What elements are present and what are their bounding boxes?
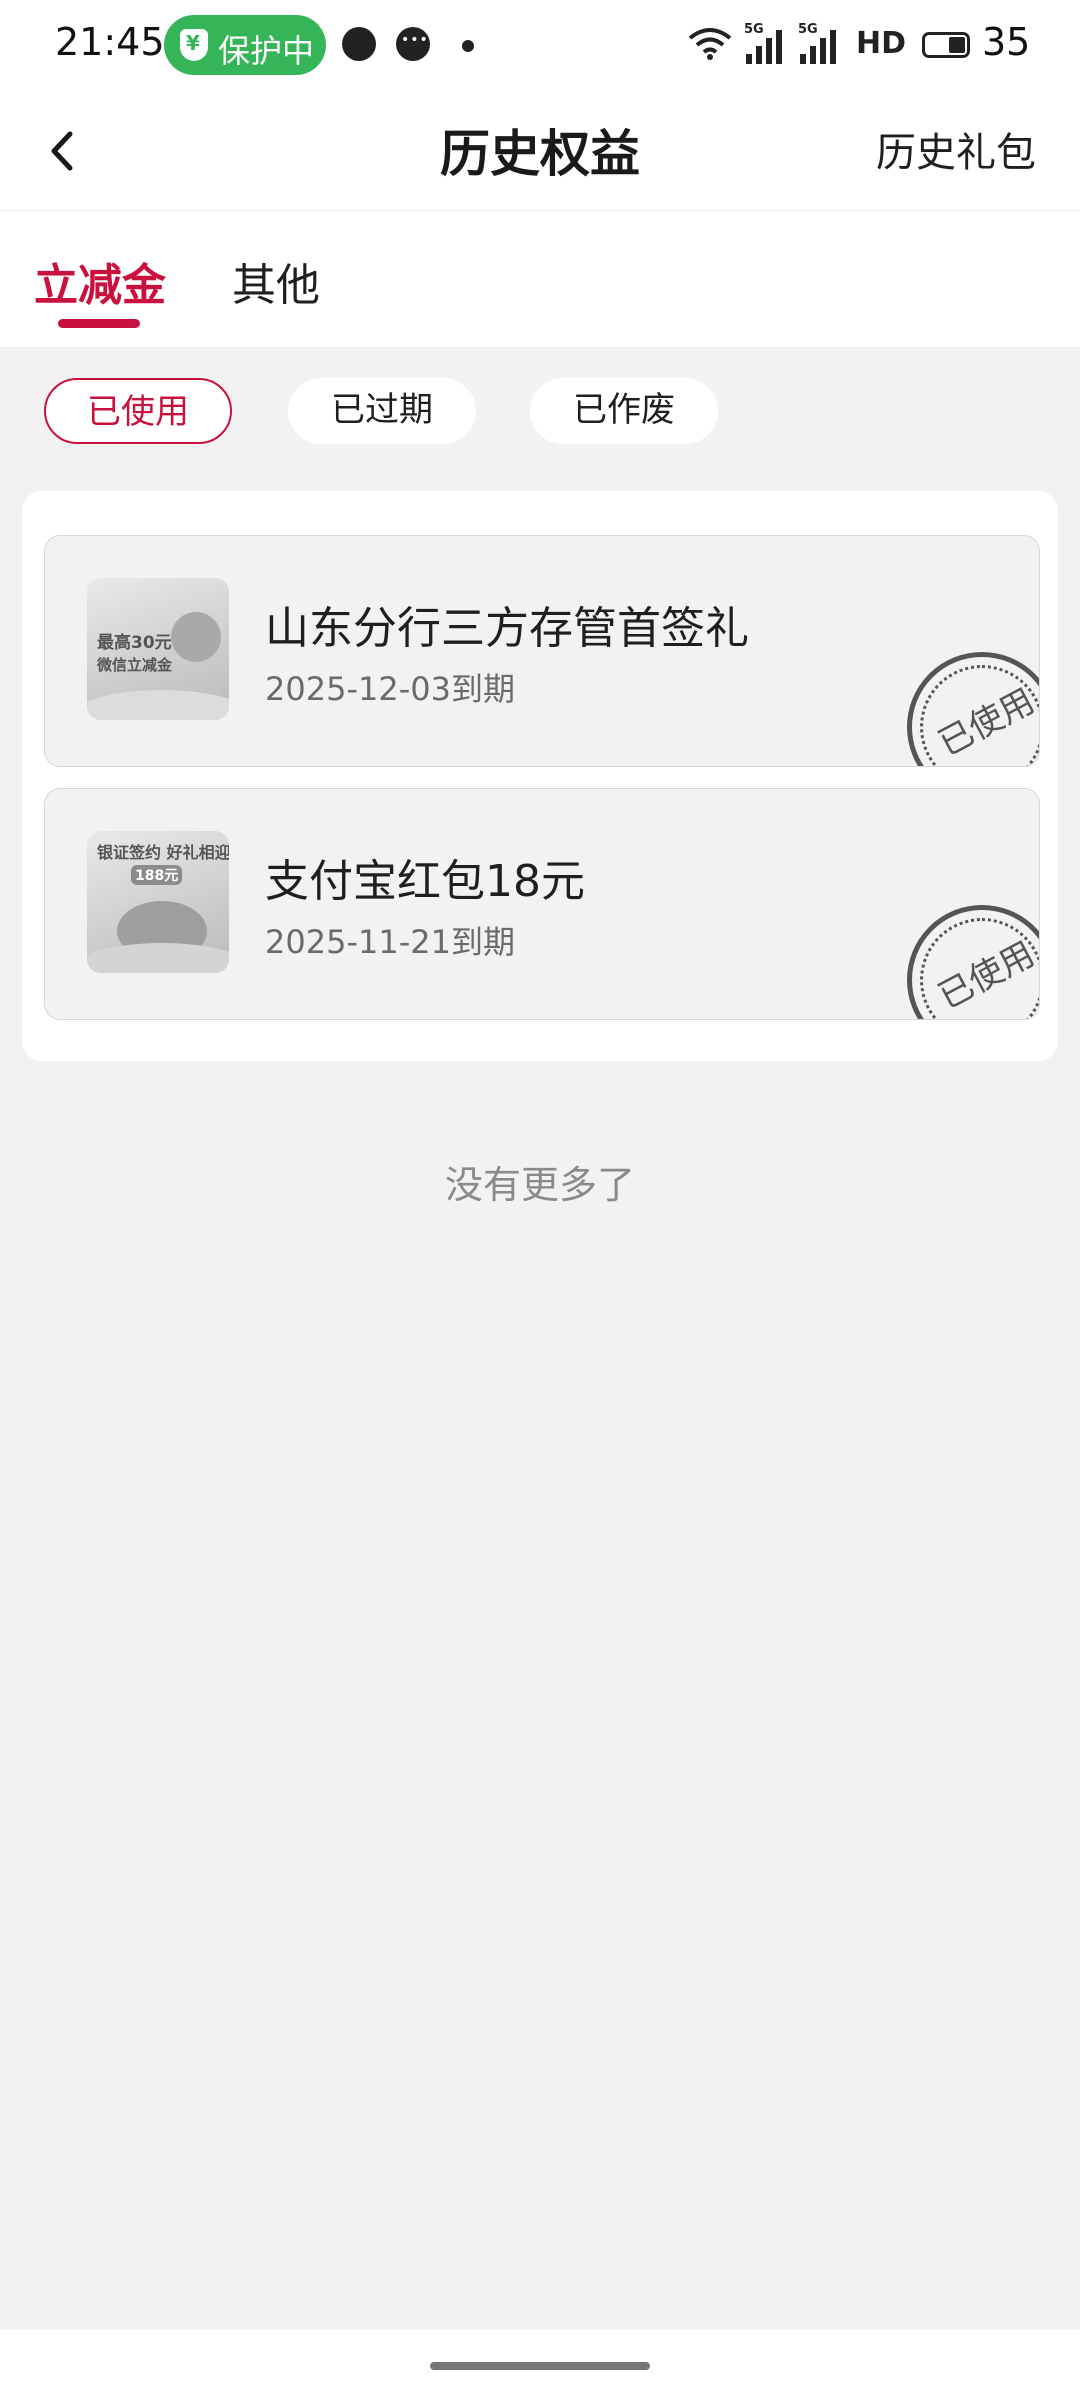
battery-level: 35 (982, 20, 1031, 64)
protect-badge: 保护中 (164, 15, 326, 75)
signal-icon: 5G (744, 22, 794, 64)
tab-bar: 立减金 其他 (0, 211, 1080, 347)
gesture-bar (0, 2330, 1080, 2400)
used-stamp: 已使用 (907, 905, 1039, 1019)
tab-other[interactable]: 其他 (232, 249, 320, 313)
home-indicator[interactable] (430, 2362, 650, 2370)
chat-dots-icon (396, 27, 430, 61)
coupon-expiry: 2025-12-03到期 (265, 670, 515, 708)
coupon-list: 最高30元 微信立减金 山东分行三方存管首签礼 2025-12-03到期 已使用… (22, 491, 1058, 1061)
coupon-expiry: 2025-11-21到期 (265, 923, 515, 961)
message-bubble-icon (342, 27, 376, 61)
coupon-item[interactable]: 最高30元 微信立减金 山东分行三方存管首签礼 2025-12-03到期 已使用 (44, 535, 1040, 767)
coupon-title: 山东分行三方存管首签礼 (265, 603, 749, 654)
used-stamp: 已使用 (907, 652, 1039, 766)
battery-icon (922, 32, 970, 58)
coupon-thumbnail: 最高30元 微信立减金 (87, 578, 229, 720)
notification-dot-icon (462, 40, 474, 52)
tab-active-indicator (58, 319, 140, 328)
wifi-icon (688, 28, 732, 60)
shield-icon (180, 29, 208, 61)
thumbnail-caption: 微信立减金 (97, 656, 173, 674)
status-time: 21:45 (55, 20, 165, 64)
tab-instant-discount[interactable]: 立减金 (34, 249, 166, 313)
history-gift-link[interactable]: 历史礼包 (876, 120, 1036, 178)
coupon-item[interactable]: 银证签约 好礼相迎 188元 支付宝红包18元 2025-11-21到期 已使用 (44, 788, 1040, 1020)
status-bar: 21:45 保护中 5G 5G HD 35 (0, 0, 1080, 92)
coupon-thumbnail: 银证签约 好礼相迎 188元 (87, 831, 229, 973)
filter-voided-chip[interactable]: 已作废 (530, 378, 718, 444)
thumbnail-caption: 最高30元 (97, 633, 172, 653)
signal-icon: 5G (798, 22, 848, 64)
thumbnail-caption: 银证签约 好礼相迎 (97, 843, 229, 862)
nav-bar: 历史权益 历史礼包 (0, 92, 1080, 211)
no-more-text: 没有更多了 (444, 1163, 635, 1207)
hd-voice-label: HD (856, 26, 907, 61)
coupon-title: 支付宝红包18元 (265, 856, 585, 907)
thumbnail-caption: 188元 (131, 865, 183, 885)
filter-used-chip[interactable]: 已使用 (44, 378, 232, 444)
protect-label: 保护中 (218, 32, 315, 70)
filter-expired-chip[interactable]: 已过期 (288, 378, 476, 444)
